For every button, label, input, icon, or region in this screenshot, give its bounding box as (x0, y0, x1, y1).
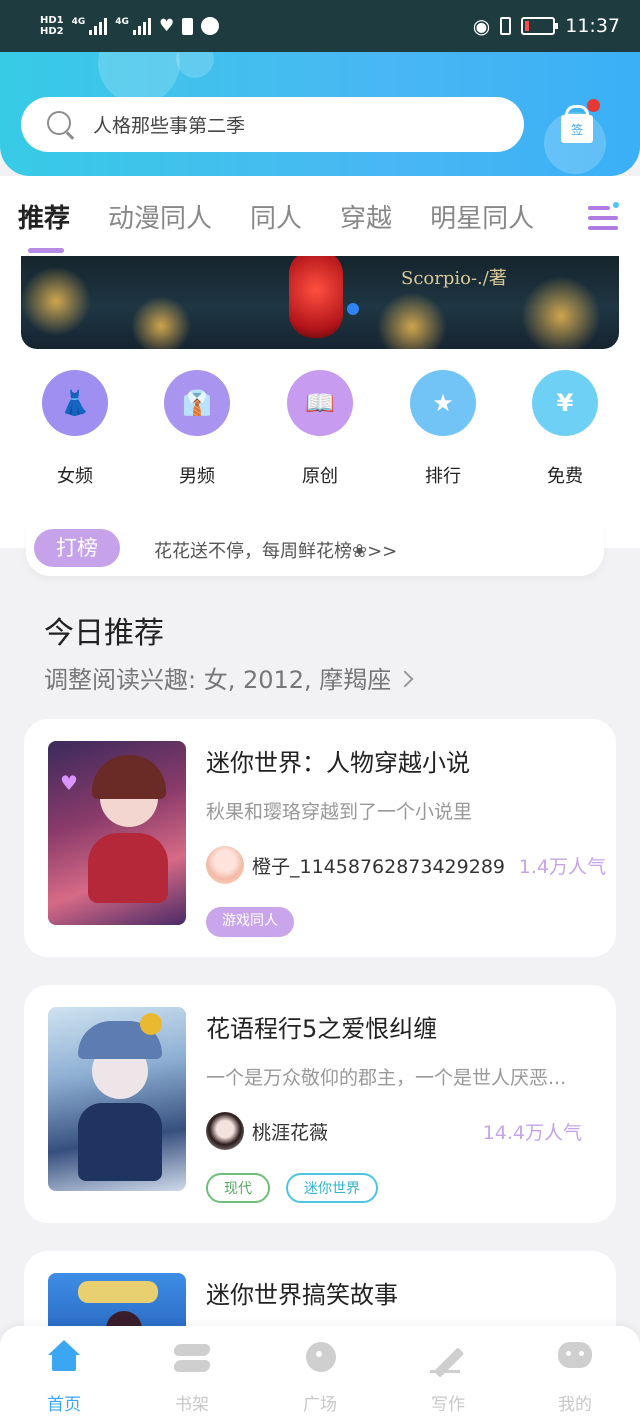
category-label: 排行 (425, 466, 461, 487)
header: 人格那些事第二季 (0, 52, 640, 176)
tab-time-travel[interactable]: 穿越 (340, 198, 392, 235)
nav-label: 首页 (47, 1395, 81, 1415)
book-tag[interactable]: 游戏同人 (206, 907, 294, 937)
tab-anime-fanfic[interactable]: 动漫同人 (108, 198, 212, 235)
category-free[interactable]: ¥ 免费 (515, 370, 615, 488)
reading-interest-link[interactable]: 调整阅读兴趣: 女, 2012, 摩羯座 (44, 660, 414, 695)
category-original[interactable]: 📖 原创 (270, 370, 370, 488)
author-name[interactable]: 桃涯花薇 (252, 1118, 328, 1145)
eye-comfort-icon: ◉ (472, 14, 491, 38)
book-cover[interactable]: ♥ (48, 741, 186, 925)
book-tag[interactable]: 迷你世界 (286, 1173, 378, 1203)
tab-celebrity-fanfic[interactable]: 明星同人 (430, 198, 534, 235)
signal-icon: 4G (72, 17, 108, 35)
search-bar[interactable]: 人格那些事第二季 (21, 97, 524, 152)
vibrate-icon (500, 17, 512, 35)
hd-label-1: HD1 (40, 15, 64, 26)
nav-label: 写作 (431, 1395, 465, 1415)
book-title[interactable]: 花语程行5之爱恨纠缠 (206, 1009, 437, 1044)
book-tag[interactable]: 现代 (206, 1173, 270, 1203)
coin-icon: ¥ (532, 370, 598, 436)
popularity-count: 1.4万人气 (518, 855, 606, 878)
carousel-indicator (347, 303, 359, 315)
more-tabs-menu-icon[interactable] (588, 202, 620, 232)
chevron-right-icon (396, 670, 414, 688)
author-avatar[interactable] (206, 1112, 244, 1150)
notification-dot (587, 99, 600, 112)
network-type-2: 4G (115, 17, 129, 27)
category-male[interactable]: 👔 男频 (147, 370, 247, 488)
book-card[interactable]: ♥ 迷你世界：人物穿越小说 秋果和璎珞穿越到了一个小说里 橙子_11458762… (24, 719, 616, 957)
nav-label: 书架 (175, 1395, 209, 1415)
nav-mine[interactable]: 我的 (535, 1340, 615, 1415)
home-icon (46, 1340, 82, 1374)
bookshelf-icon (172, 1340, 212, 1374)
category-label: 免费 (547, 466, 583, 487)
planet-icon (302, 1340, 338, 1374)
category-female[interactable]: 👗 女频 (25, 370, 125, 488)
signin-label: 签 (570, 123, 583, 137)
author-avatar[interactable] (206, 846, 244, 884)
nav-bookshelf[interactable]: 书架 (152, 1340, 232, 1415)
category-label: 女频 (57, 466, 93, 487)
banner-carousel[interactable]: Scorpio-./著 (21, 256, 619, 349)
book-description: 秋果和璎珞穿越到了一个小说里 (206, 801, 473, 823)
tab-fanfic[interactable]: 同人 (250, 198, 302, 235)
tab-recommend[interactable]: 推荐 (18, 198, 70, 235)
book-card[interactable]: 花语程行5之爱恨纠缠 一个是万众敬仰的郡主，一个是世人厌恶... 桃涯花薇 14… (24, 985, 616, 1223)
open-book-icon: 📖 (287, 370, 353, 436)
signin-gift-button[interactable]: 签 (561, 99, 600, 145)
banner-lantern-art (289, 256, 343, 338)
hd-indicator: HD1 HD2 (40, 15, 64, 37)
chat-face-icon (557, 1340, 593, 1374)
active-tab-indicator (28, 248, 64, 253)
category-label: 男频 (179, 466, 215, 487)
reading-interest-text: 调整阅读兴趣: 女, 2012, 摩羯座 (44, 666, 392, 694)
app-notification-icon (201, 17, 220, 35)
author-row: 桃涯花薇 14.4万人气 (206, 1111, 606, 1151)
heart-monitor-icon: ♥ (158, 16, 175, 36)
author-row: 橙子_11458762873429289 1.4万人气 (206, 845, 606, 885)
status-bar: HD1 HD2 4G 4G ♥ ◉ 11:37 (0, 0, 640, 52)
author-name[interactable]: 橙子_11458762873429289 (252, 852, 505, 879)
pen-icon (430, 1340, 466, 1378)
hd-label-2: HD2 (40, 26, 64, 37)
book-title[interactable]: 迷你世界搞笑故事 (206, 1275, 398, 1310)
nav-square[interactable]: 广场 (280, 1340, 360, 1415)
category-shortcuts: 👗 女频 👔 男频 📖 原创 ★ 排行 ¥ 免费 (0, 370, 640, 500)
category-ranking[interactable]: ★ 排行 (393, 370, 493, 488)
network-type: 4G (71, 17, 86, 27)
bottom-navigation: 首页 书架 广场 写作 我的 (0, 1326, 640, 1422)
shirt-icon: 👔 (164, 370, 230, 436)
section-title: 今日推荐 (44, 616, 164, 651)
alert-icon (182, 17, 194, 35)
search-placeholder: 人格那些事第二季 (93, 115, 246, 137)
signal-icon-2: 4G (115, 17, 151, 35)
book-cover[interactable] (48, 1007, 186, 1191)
category-tabs: 推荐 动漫同人 同人 穿越 明星同人 (0, 176, 640, 256)
banner-credit: Scorpio-./著 (401, 268, 507, 289)
search-icon (47, 110, 75, 139)
nav-write[interactable]: 写作 (408, 1340, 488, 1415)
dress-icon: 👗 (42, 370, 108, 436)
book-title[interactable]: 迷你世界：人物穿越小说 (206, 743, 470, 778)
gift-icon: 签 (561, 115, 593, 143)
nav-label: 广场 (303, 1395, 337, 1415)
ranking-text[interactable]: 花花送不停，每周鲜花榜❀>> (154, 537, 397, 563)
battery-icon (521, 17, 559, 35)
trophy-icon: ★ (410, 370, 476, 436)
nav-label: 我的 (558, 1395, 592, 1415)
nav-home[interactable]: 首页 (24, 1340, 104, 1415)
ranking-pill[interactable]: 打榜 (34, 529, 120, 567)
clock: 11:37 (565, 15, 620, 37)
popularity-count: 14.4万人气 (482, 1121, 582, 1144)
category-label: 原创 (302, 466, 338, 487)
book-description: 一个是万众敬仰的郡主，一个是世人厌恶... (206, 1067, 567, 1089)
